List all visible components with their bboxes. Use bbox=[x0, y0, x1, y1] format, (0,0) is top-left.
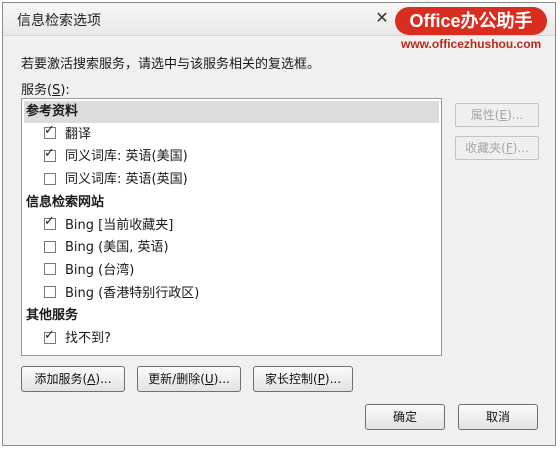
add-service-button-pre: 添加服务( bbox=[34, 372, 88, 386]
properties-button-key: E bbox=[499, 108, 508, 122]
service-item-label: Bing [当前收藏夹] bbox=[65, 217, 174, 233]
category-header[interactable]: 其他服务 bbox=[24, 305, 78, 327]
services-label-pre: 服务( bbox=[21, 83, 53, 98]
service-item[interactable]: Bing (香港特别行政区) bbox=[44, 283, 199, 305]
service-item[interactable]: Bing (台湾) bbox=[44, 260, 134, 282]
ok-button[interactable]: 确定 bbox=[365, 404, 445, 430]
properties-button-post: )... bbox=[507, 108, 524, 122]
checkbox-checked[interactable]: ✓ bbox=[44, 123, 56, 140]
category-header[interactable]: 信息检索网站 bbox=[24, 192, 104, 214]
checkbox-unchecked[interactable] bbox=[44, 240, 56, 253]
favorites-button[interactable]: 收藏夹(F)... bbox=[455, 136, 539, 160]
properties-button[interactable]: 属性(E)... bbox=[455, 103, 539, 127]
service-item[interactable]: ✓ 翻译 bbox=[44, 123, 92, 146]
watermark-logo: Office办公助手 www.officezhushou.com bbox=[395, 5, 553, 53]
watermark-badge: Office办公助手 bbox=[395, 7, 547, 35]
checkmark-icon: ✓ bbox=[44, 327, 55, 343]
update-remove-button-key: U bbox=[204, 372, 214, 386]
checkbox-checked[interactable]: ✓ bbox=[44, 328, 56, 344]
checkbox-checked[interactable]: ✓ bbox=[44, 146, 56, 162]
update-remove-button-post: )... bbox=[213, 372, 230, 386]
research-options-dialog: 信息检索选项 ✕ 若要激活搜索服务，请选中与该服务相关的复选框。 服务(S): … bbox=[2, 2, 556, 446]
service-item-label: 同义词库: 英语(美国) bbox=[65, 149, 188, 165]
services-listbox[interactable]: 参考资料 ✓ 翻译 ✓ 同义词库: 英语(美国) 同义词库: 英语(英国) 信息检索网站 ✓ B… bbox=[21, 98, 442, 356]
services-label: 服务(S): bbox=[21, 79, 70, 98]
favorites-button-post: )... bbox=[512, 141, 529, 155]
checkbox-unchecked[interactable] bbox=[44, 286, 56, 299]
favorites-button-pre: 收藏夹( bbox=[465, 141, 506, 155]
service-item-label: Bing (台湾) bbox=[65, 262, 135, 278]
service-item[interactable]: Bing (美国, 英语) bbox=[44, 237, 169, 259]
update-remove-button-pre: 更新/删除( bbox=[148, 372, 205, 386]
service-item-label: 翻译 bbox=[65, 126, 92, 142]
add-service-button-post: )... bbox=[95, 372, 112, 386]
service-item-label: Bing (香港特别行政区) bbox=[65, 285, 200, 301]
cancel-button[interactable]: 取消 bbox=[458, 404, 538, 430]
checkmark-icon: ✓ bbox=[44, 214, 55, 229]
instruction-text: 若要激活搜索服务，请选中与该服务相关的复选框。 bbox=[21, 57, 321, 72]
window-title: 信息检索选项 bbox=[17, 13, 101, 29]
parental-control-button-pre: 家长控制( bbox=[264, 372, 318, 386]
checkbox-unchecked[interactable] bbox=[44, 263, 56, 276]
category-header[interactable]: 参考资料 bbox=[24, 101, 439, 123]
checkmark-icon: ✓ bbox=[44, 145, 55, 161]
watermark-url: www.officezhushou.com bbox=[401, 37, 542, 51]
parental-control-button[interactable]: 家长控制(P)... bbox=[253, 366, 353, 392]
service-item[interactable]: ✓ 找不到? bbox=[44, 328, 111, 350]
update-remove-button[interactable]: 更新/删除(U)... bbox=[137, 366, 241, 392]
favorites-button-key: F bbox=[505, 141, 513, 155]
service-item[interactable]: ✓ 同义词库: 英语(美国) bbox=[44, 146, 188, 168]
parental-control-button-post: )... bbox=[324, 372, 342, 386]
close-icon[interactable]: ✕ bbox=[371, 7, 393, 29]
checkbox-unchecked[interactable] bbox=[44, 172, 56, 185]
service-item-label: 同义词库: 英语(英国) bbox=[65, 172, 188, 188]
service-item[interactable]: ✓ Bing [当前收藏夹] bbox=[44, 214, 174, 237]
checkbox-checked[interactable]: ✓ bbox=[44, 214, 56, 230]
services-label-post: ): bbox=[60, 83, 70, 98]
properties-button-pre: 属性( bbox=[470, 108, 500, 122]
service-item[interactable]: 同义词库: 英语(英国) bbox=[44, 169, 188, 191]
service-item-label: Bing (美国, 英语) bbox=[65, 240, 169, 256]
add-service-button[interactable]: 添加服务(A)... bbox=[21, 366, 125, 392]
checkmark-icon: ✓ bbox=[44, 123, 55, 139]
parental-control-button-key: P bbox=[317, 372, 325, 386]
service-item-label: 找不到? bbox=[65, 331, 111, 346]
